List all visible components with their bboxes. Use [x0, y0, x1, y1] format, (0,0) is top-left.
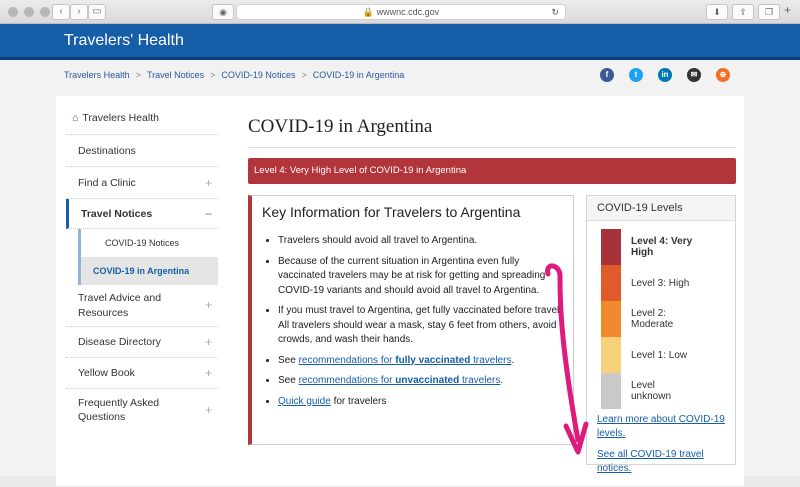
tabs-icon[interactable]: ❐ [758, 4, 780, 20]
level-2-swatch [601, 301, 621, 337]
level-3-swatch [601, 265, 621, 301]
level-row: Level 4: Very High [587, 229, 735, 265]
list-item: Quick guide for travelers [278, 395, 565, 410]
key-info-box: Key Information for Travelers to Argenti… [248, 195, 574, 445]
site-header: Travelers' Health [0, 24, 800, 60]
expand-icon[interactable]: + [205, 402, 212, 418]
new-tab-icon[interactable]: + [784, 3, 791, 17]
facebook-icon[interactable]: f [600, 68, 614, 82]
site-title[interactable]: Travelers' Health [64, 32, 184, 50]
sidebar-toggle-icon[interactable]: ▭ [88, 4, 106, 20]
lock-icon: 🔒 [362, 7, 375, 17]
list-item: See recommendations for fully vaccinated… [278, 354, 565, 369]
expand-icon[interactable]: + [205, 335, 212, 349]
content-card: ⌂ Travelers Health Destinations Find a C… [56, 96, 744, 486]
see-all-notices-link[interactable]: See all COVID-19 travel notices. [597, 448, 725, 475]
sidebar-item-find-clinic[interactable]: Find a Clinic + [66, 167, 218, 199]
linkedin-icon[interactable]: in [658, 68, 672, 82]
home-icon: ⌂ [72, 112, 79, 124]
learn-more-levels-link[interactable]: Learn more about COVID-19 levels. [597, 413, 725, 440]
expand-icon[interactable]: + [205, 297, 212, 313]
level-row: Level 2: Moderate [587, 301, 735, 337]
levels-title: COVID-19 Levels [587, 196, 735, 221]
list-item: See recommendations for unvaccinated tra… [278, 374, 565, 389]
covid-levels-legend: COVID-19 Levels Level 4: Very High Level… [586, 195, 736, 474]
breadcrumb-item[interactable]: Travel Notices [147, 70, 204, 80]
level-1-swatch [601, 337, 621, 373]
email-icon[interactable]: ✉ [687, 68, 701, 82]
level-row: Level 1: Low [587, 337, 735, 373]
list-item: Because of the current situation in Arge… [278, 255, 565, 299]
close-window-icon[interactable] [8, 7, 18, 17]
sidebar-nav: ⌂ Travelers Health Destinations Find a C… [66, 106, 218, 431]
expand-icon[interactable]: + [205, 366, 212, 380]
page-title: COVID-19 in Argentina [248, 116, 433, 137]
sidebar-item-faq[interactable]: Frequently Asked Questions + [66, 389, 218, 431]
unvaccinated-recommendations-link[interactable]: recommendations for unvaccinated travele… [299, 375, 501, 386]
sidebar-subitem-covid-notices[interactable]: COVID-19 Notices [78, 229, 218, 257]
page-body: Travelers Health > Travel Notices > COVI… [0, 60, 800, 486]
key-info-title: Key Information for Travelers to Argenti… [262, 204, 521, 220]
reload-icon[interactable]: ↻ [551, 5, 559, 20]
sidebar-item-travel-advice[interactable]: Travel Advice and Resources + [66, 285, 218, 327]
level-alert-banner: Level 4: Very High Level of COVID-19 in … [248, 158, 736, 184]
syndicate-icon[interactable]: ⊕ [716, 68, 730, 82]
sidebar-item-disease-directory[interactable]: Disease Directory + [66, 327, 218, 358]
sidebar-item-travel-notices[interactable]: Travel Notices − [66, 199, 218, 229]
list-item: If you must travel to Argentina, get ful… [278, 304, 565, 348]
download-icon[interactable]: ⬇ [706, 4, 728, 20]
browser-toolbar: ‹ › ▭ ◉ 🔒 wwwnc.cdc.gov ↻ ⬇ ⇪ ❐ + [0, 0, 800, 24]
privacy-icon[interactable]: ◉ [212, 4, 234, 20]
divider [248, 147, 736, 148]
level-row: Level unknown [587, 373, 735, 409]
quick-guide-link[interactable]: Quick guide [278, 396, 331, 407]
level-row: Level 3: High [587, 265, 735, 301]
list-item: Travelers should avoid all travel to Arg… [278, 234, 565, 249]
collapse-icon[interactable]: − [205, 207, 212, 221]
address-bar[interactable]: 🔒 wwwnc.cdc.gov ↻ [236, 4, 566, 20]
expand-icon[interactable]: + [205, 176, 212, 190]
sidebar-item-destinations[interactable]: Destinations [66, 135, 218, 167]
share-icon[interactable]: ⇪ [732, 4, 754, 20]
level-4-swatch [601, 229, 621, 265]
back-icon[interactable]: ‹ [52, 4, 70, 20]
minimize-window-icon[interactable] [24, 7, 34, 17]
breadcrumb: Travelers Health > Travel Notices > COVI… [64, 70, 405, 80]
forward-icon[interactable]: › [70, 4, 88, 20]
key-info-list: Travelers should avoid all travel to Arg… [252, 220, 573, 409]
window-controls[interactable] [8, 7, 50, 17]
url-text: wwwnc.cdc.gov [376, 7, 440, 17]
social-share: f t in ✉ ⊕ [600, 68, 730, 82]
sidebar-item-yellow-book[interactable]: Yellow Book + [66, 358, 218, 389]
level-unknown-swatch [601, 373, 621, 409]
sidebar-home[interactable]: ⌂ Travelers Health [66, 106, 218, 135]
breadcrumb-item[interactable]: Travelers Health [64, 70, 130, 80]
vaccinated-recommendations-link[interactable]: recommendations for fully vaccinated tra… [299, 355, 512, 366]
twitter-icon[interactable]: t [629, 68, 643, 82]
sidebar-subitem-covid-argentina[interactable]: COVID-19 in Argentina [78, 257, 218, 285]
zoom-window-icon[interactable] [40, 7, 50, 17]
breadcrumb-item[interactable]: COVID-19 Notices [221, 70, 295, 80]
breadcrumb-item[interactable]: COVID-19 in Argentina [313, 70, 405, 80]
